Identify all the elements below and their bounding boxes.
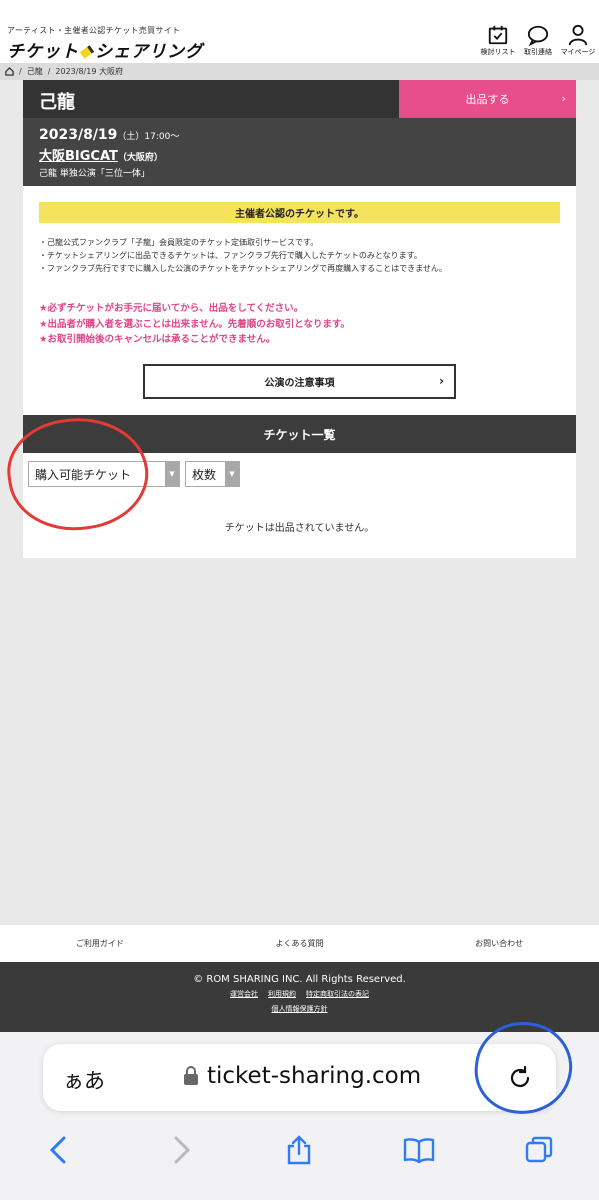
- footer-link-guide[interactable]: ご利用ガイド: [76, 938, 124, 949]
- forward-icon[interactable]: [164, 1134, 196, 1166]
- warning-item: ★必ずチケットがお手元に届いてから、出品をしてください。: [39, 303, 304, 314]
- warning-item: ★出品者が購入者を選ぶことは出来ません。先着順のお取引となります。: [39, 318, 350, 330]
- breadcrumb-artist[interactable]: 己龍: [27, 66, 43, 77]
- footer-link-privacy[interactable]: 個人情報保護方針: [0, 1004, 599, 1014]
- select-arrow-icon: ▼: [225, 462, 239, 486]
- favorites-icon: [488, 25, 508, 45]
- service-notes: ・己龍公式ファンクラブ「子龍」会員限定のチケット定価取引サービスです。 ・チケッ…: [39, 236, 447, 275]
- favorites-label: 検討リスト: [480, 48, 516, 56]
- footer-link-contact[interactable]: お問い合わせ: [475, 938, 523, 949]
- tabs-icon[interactable]: [523, 1134, 555, 1166]
- messages-button[interactable]: 取引連絡: [521, 24, 555, 57]
- footer-link-faq[interactable]: よくある質問: [275, 938, 323, 949]
- ticket-list-header: チケット一覧: [23, 415, 576, 453]
- sell-button-label: 出品する: [465, 93, 510, 106]
- share-icon[interactable]: [283, 1134, 315, 1166]
- logo-text-right: シェアリング: [95, 42, 203, 62]
- empty-ticket-message: チケットは出品されていません。: [224, 523, 375, 534]
- note-item: ・ファンクラブ先行ですでに購入した公演のチケットをチケットシェアリングで再度購入…: [39, 264, 447, 273]
- breadcrumb-event: 2023/8/19 大阪府: [55, 67, 123, 76]
- venue-link[interactable]: 大阪BIGCAT: [39, 149, 118, 164]
- event-date: 2023/8/19（土）17:00～: [39, 127, 179, 143]
- event-title: 己龍 単独公演「三位一体」: [39, 169, 150, 179]
- warnings: ★必ずチケットがお手元に届いてから、出品をしてください。 ★出品者が購入者を選ぶ…: [39, 301, 350, 348]
- sell-button[interactable]: 出品する ›: [399, 80, 576, 118]
- messages-icon: [527, 25, 549, 46]
- mypage-icon: [568, 24, 588, 46]
- event-card: 己龍 出品する › 2023/8/19（土）17:00～ 大阪BIGCAT（大阪…: [23, 80, 576, 558]
- logo-text-left: チケット: [7, 42, 79, 62]
- reload-icon[interactable]: [506, 1064, 534, 1092]
- ticket-count-value: 枚数: [192, 467, 217, 482]
- bookmarks-icon[interactable]: [403, 1134, 435, 1166]
- note-item: ・己龍公式ファンクラブ「子龍」会員限定のチケット定価取引サービスです。: [39, 238, 319, 247]
- url-display[interactable]: ticket-sharing.com: [183, 1063, 421, 1089]
- ticket-type-value: 購入可能チケット: [35, 467, 132, 482]
- artist-name: 己龍: [39, 92, 75, 113]
- back-icon[interactable]: [44, 1134, 76, 1166]
- address-bar[interactable]: ぁあ ticket-sharing.com: [43, 1044, 556, 1111]
- mypage-label: マイページ: [560, 48, 596, 56]
- select-arrow-icon: ▼: [165, 462, 179, 486]
- legal-links: 運営会社 利用規約 特定商取引法の表記: [0, 989, 599, 999]
- pen-icon: [79, 45, 95, 59]
- event-venue: 大阪BIGCAT（大阪府）: [39, 145, 163, 164]
- artist-bar: 己龍 出品する ›: [23, 80, 576, 118]
- venue-prefecture: （大阪府）: [117, 153, 163, 163]
- chevron-right-icon: ›: [439, 374, 444, 388]
- breadcrumb: / 己龍 / 2023/8/19 大阪府: [0, 63, 599, 80]
- lock-icon: [184, 1066, 198, 1085]
- footer-links: ご利用ガイド よくある質問 お問い合わせ: [0, 925, 599, 962]
- page-settings-button[interactable]: ぁあ: [63, 1065, 105, 1095]
- ticket-count-select[interactable]: 枚数 ▼: [185, 461, 240, 487]
- footer-link-commerce[interactable]: 特定商取引法の表記: [306, 989, 369, 999]
- note-item: ・チケットシェアリングに出品できるチケットは、ファンクラブ先行で購入したチケット…: [39, 251, 422, 260]
- warning-item: ★お取引開始後のキャンセルは承ることができません。: [39, 334, 276, 345]
- event-date-value: 2023/8/19: [39, 127, 118, 143]
- copyright: © ROM SHARING INC. All Rights Reserved.: [193, 974, 406, 985]
- footer: © ROM SHARING INC. All Rights Reserved. …: [0, 962, 599, 1032]
- event-notice-button[interactable]: 公演の注意事項 ›: [143, 364, 456, 399]
- footer-link-company[interactable]: 運営会社: [230, 989, 258, 999]
- header-icons: 検討リスト 取引連絡 マイページ: [481, 24, 595, 57]
- site-header: アーティスト・主催者公認チケット売買サイト チケット シェアリング 検討リスト 取…: [0, 0, 599, 63]
- site-tagline: アーティスト・主催者公認チケット売買サイト: [7, 26, 181, 35]
- browser-chrome: ぁあ ticket-sharing.com: [0, 1032, 599, 1200]
- event-info: 2023/8/19（土）17:00～ 大阪BIGCAT（大阪府） 己龍 単独公演…: [23, 118, 576, 186]
- official-banner: 主催者公認のチケットです。: [39, 202, 560, 223]
- ticket-type-select[interactable]: 購入可能チケット ▼: [28, 461, 180, 487]
- browser-toolbar: [0, 1130, 599, 1170]
- event-notice-label: 公演の注意事項: [264, 378, 335, 389]
- mypage-button[interactable]: マイページ: [561, 24, 595, 57]
- url-text: ticket-sharing.com: [207, 1063, 422, 1089]
- chevron-right-icon: ›: [561, 92, 566, 105]
- favorites-button[interactable]: 検討リスト: [480, 24, 516, 57]
- footer-link-terms[interactable]: 利用規約: [268, 989, 296, 999]
- messages-label: 取引連絡: [524, 48, 552, 56]
- event-weekday-time: （土）17:00～: [117, 132, 180, 142]
- site-logo[interactable]: チケット シェアリング: [7, 37, 203, 62]
- home-icon[interactable]: [5, 67, 14, 76]
